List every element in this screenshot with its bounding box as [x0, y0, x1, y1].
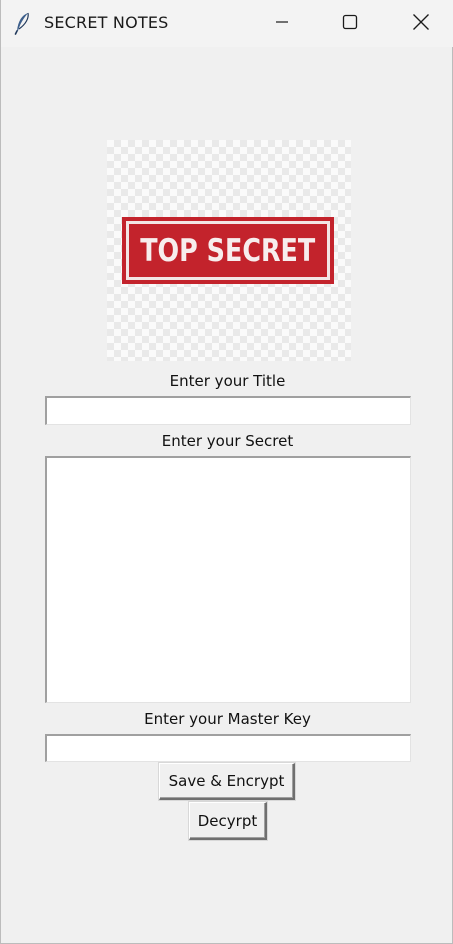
save-encrypt-button[interactable]: Save & Encrypt: [159, 763, 295, 800]
feather-icon: [13, 11, 33, 35]
secret-textarea[interactable]: [45, 456, 411, 703]
title-input[interactable]: [45, 396, 411, 425]
window-title: SECRET NOTES: [44, 13, 169, 32]
close-icon: [412, 13, 430, 35]
maximize-button[interactable]: [322, 0, 378, 47]
top-secret-image: TOP SECRET: [107, 140, 351, 361]
secret-label: Enter your Secret: [161, 432, 294, 450]
minimize-icon: [274, 14, 290, 34]
app-window: SECRET NOTES TOP SECRET Enter your Title…: [0, 0, 453, 944]
close-button[interactable]: [393, 0, 449, 47]
top-secret-stamp: TOP SECRET: [122, 217, 334, 284]
stamp-border: TOP SECRET: [126, 221, 330, 280]
master-key-input[interactable]: [45, 734, 411, 762]
title-label: Enter your Title: [169, 372, 286, 390]
minimize-button[interactable]: [254, 0, 310, 47]
title-bar[interactable]: SECRET NOTES: [1, 0, 453, 47]
decrypt-button[interactable]: Decyrpt: [189, 802, 267, 840]
master-key-label: Enter your Master Key: [144, 710, 311, 728]
maximize-icon: [342, 14, 358, 34]
stamp-text: TOP SECRET: [140, 232, 316, 269]
